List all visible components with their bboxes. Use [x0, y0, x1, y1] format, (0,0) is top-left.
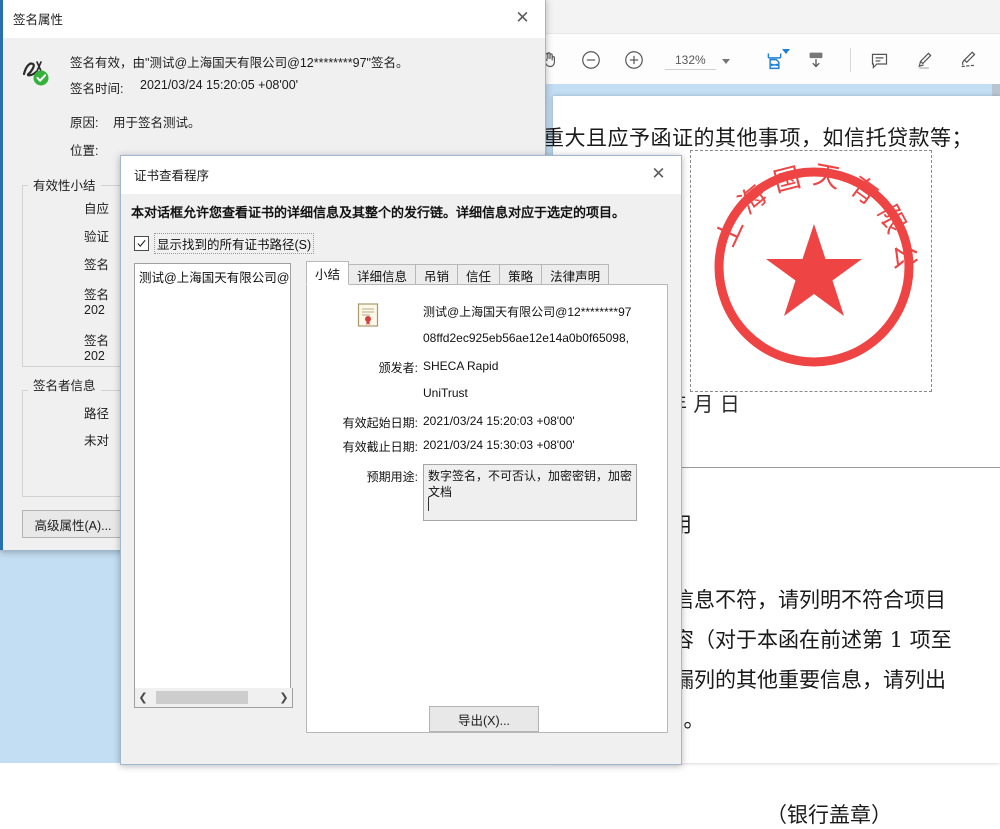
signer-row-1: 路径	[84, 407, 110, 421]
validity-row-3: 签名	[84, 258, 110, 272]
signature-properties-title: 签名属性	[13, 13, 64, 27]
certificate-viewer-titlebar[interactable]: 证书查看程序 ✕	[121, 156, 681, 194]
certificate-path-list[interactable]: 测试@上海国天有限公司@1	[134, 263, 291, 690]
scroll-left-icon[interactable]: ❮	[135, 691, 151, 704]
doc-line-7: 漏列的其他重要信息，请列出	[673, 668, 946, 692]
company-seal-stamp: 上海国天有限公司	[685, 132, 925, 378]
doc-line-5: 信息不符，请列明不符合项目	[673, 588, 946, 612]
cert-valid-from-value: 2021/03/24 15:20:03 +08'00'	[423, 414, 575, 428]
show-all-cert-paths-checkbox[interactable]: 显示找到的所有证书路径(S)	[134, 233, 315, 254]
cert-intended-use-text: 数字签名，不可否认，加密密钥，加密文档	[428, 469, 633, 499]
cert-intended-use-value[interactable]: 数字签名，不可否认，加密密钥，加密文档	[423, 464, 637, 521]
signature-properties-titlebar[interactable]: 签名属性 ✕	[0, 0, 545, 38]
cert-valid-to-value: 2021/03/24 15:30:03 +08'00'	[423, 438, 575, 452]
sign-icon[interactable]	[953, 44, 985, 76]
cert-issuer-line1: SHECA Rapid	[423, 359, 499, 373]
fit-width-chevron-icon[interactable]	[782, 49, 790, 72]
tab-legal-notice[interactable]: 法律声明	[541, 264, 610, 285]
cert-intended-use-label: 预期用途:	[366, 470, 418, 484]
show-all-cert-paths-label: 显示找到的所有证书路径(S)	[154, 233, 315, 254]
check-icon	[137, 239, 146, 248]
sign-time-value: 2021/03/24 15:20:05 +08'00'	[140, 78, 299, 92]
dialog-accent-bar	[0, 0, 3, 550]
cert-valid-from-label: 有效起始日期:	[342, 416, 418, 430]
valid-signature-icon	[14, 52, 58, 92]
cert-subject-line2: 08ffd2ec925eb56ae12e14a0b0f65098,	[423, 331, 629, 345]
advanced-properties-button[interactable]: 高级属性(A)...	[22, 510, 124, 538]
cert-issuer-line2: UniTrust	[423, 386, 468, 400]
validity-summary-label: 有效性小结	[28, 175, 101, 194]
cert-issuer-label: 颁发者:	[378, 361, 418, 375]
close-icon[interactable]: ✕	[500, 0, 545, 37]
validity-row-1: 自应	[84, 202, 110, 216]
zoom-in-icon[interactable]	[618, 44, 650, 76]
reason-label: 原因:	[70, 116, 99, 130]
zoom-level-selector[interactable]: 132%	[665, 50, 730, 72]
chevron-down-icon[interactable]	[721, 58, 730, 64]
cert-valid-to-label: 有效截止日期:	[342, 440, 418, 454]
doc-line-1: 重大且应予函证的其他事项，如信托贷款等；	[543, 126, 973, 150]
zoom-out-icon[interactable]	[575, 44, 607, 76]
zoom-level-value: 132%	[665, 53, 716, 70]
sign-time-label: 签名时间:	[70, 82, 124, 96]
signer-row-2: 未对	[84, 434, 110, 448]
validity-row-4b: 202	[84, 303, 105, 317]
comment-icon[interactable]	[863, 44, 895, 76]
tab-summary[interactable]: 小结	[306, 261, 350, 285]
certificate-tabs: 小结 详细信息 吊销 信任 策略 法律声明	[306, 261, 666, 285]
cert-subject-line1: 测试@上海国天有限公司@12********97	[423, 305, 632, 319]
validity-row-4: 签名	[84, 288, 110, 302]
tab-policies[interactable]: 策略	[499, 264, 543, 285]
doc-line-bank-seal: （银行盖章）	[766, 803, 892, 827]
validity-row-5b: 202	[84, 349, 105, 363]
hscrollbar-thumb[interactable]	[155, 691, 248, 704]
tab-revocation[interactable]: 吊销	[415, 264, 459, 285]
text-caret	[428, 497, 429, 511]
tab-trust[interactable]: 信任	[457, 264, 501, 285]
validity-row-5: 签名	[84, 334, 110, 348]
list-item[interactable]: 测试@上海国天有限公司@1	[135, 264, 290, 286]
toolbar-divider	[850, 48, 851, 72]
validity-row-2: 验证	[84, 230, 110, 244]
certificate-viewer-heading: 本对话框允许您查看证书的详细信息及其整个的发行链。详细信息对应于选定的项目。	[131, 205, 626, 220]
signer-info-label: 签名者信息	[28, 375, 101, 394]
close-icon[interactable]: ✕	[636, 156, 681, 193]
certificate-list-hscrollbar[interactable]: ❮ ❯	[134, 688, 293, 708]
signature-status-line: 签名有效，由"测试@上海国天有限公司@12********97"签名。	[70, 56, 409, 70]
highlight-icon[interactable]	[908, 44, 940, 76]
checkbox-box[interactable]	[134, 236, 149, 251]
page-separator	[673, 467, 1000, 468]
download-icon[interactable]	[800, 44, 832, 76]
tab-details[interactable]: 详细信息	[348, 264, 417, 285]
doc-line-6: 容（对于本函在前述第 1 项至	[673, 628, 952, 652]
location-label: 位置:	[70, 144, 99, 158]
certificate-file-icon	[357, 303, 379, 327]
scroll-right-icon[interactable]: ❯	[276, 691, 292, 704]
export-button[interactable]: 导出(X)...	[429, 706, 539, 732]
certificate-viewer-title: 证书查看程序	[134, 169, 210, 183]
reason-value: 用于签名测试。	[113, 116, 201, 130]
